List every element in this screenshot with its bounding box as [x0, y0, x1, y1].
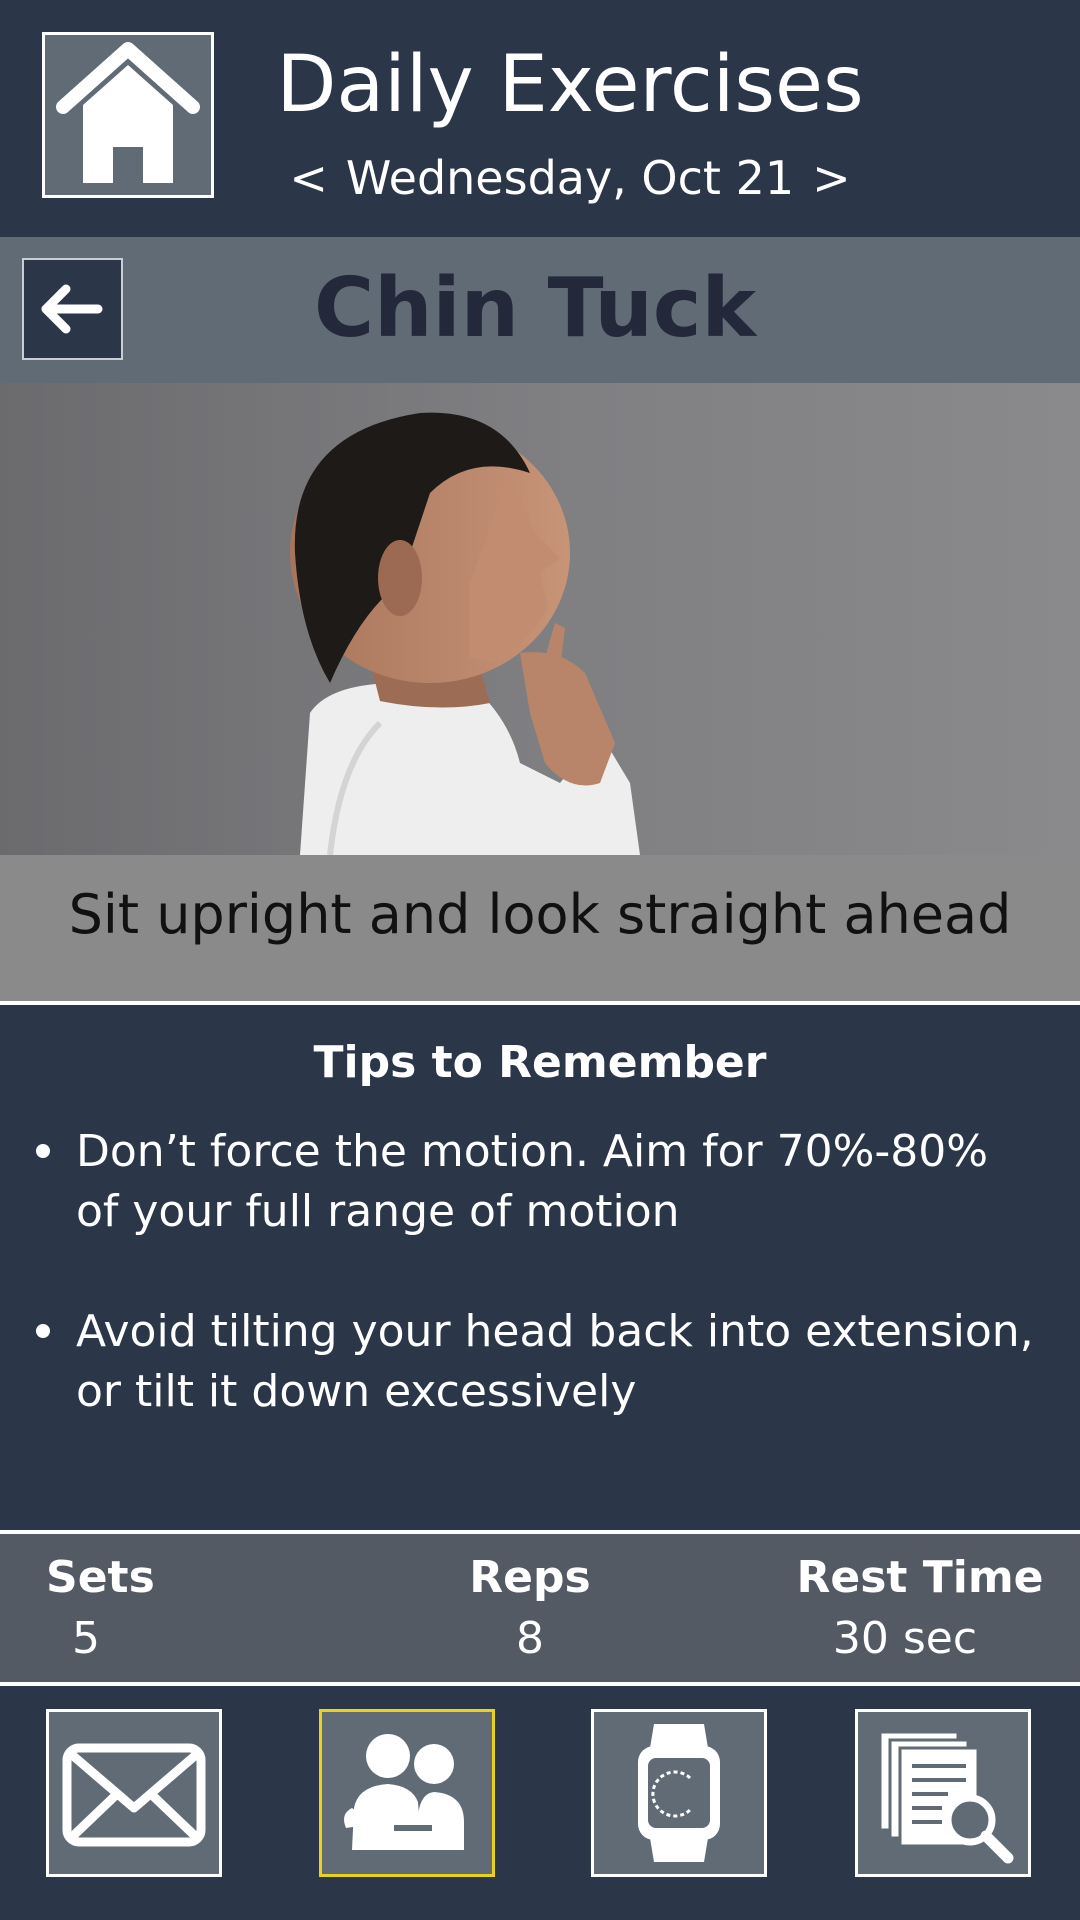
- nav-caregivers-button[interactable]: [319, 1709, 495, 1877]
- bullet-icon: [36, 1144, 50, 1158]
- nav-messages-button[interactable]: [46, 1709, 222, 1877]
- back-button[interactable]: [22, 258, 123, 360]
- home-icon: [56, 42, 200, 183]
- rest-time-value: 30 sec: [832, 1613, 978, 1664]
- sets-label: Sets: [46, 1552, 155, 1603]
- previous-day-button[interactable]: <: [289, 148, 328, 208]
- document-search-icon: [878, 1730, 1014, 1864]
- home-button[interactable]: [42, 32, 214, 198]
- tip-item: Avoid tilting your head back into extens…: [36, 1302, 1036, 1422]
- nav-watch-button[interactable]: [591, 1709, 767, 1877]
- people-icon: [344, 1734, 464, 1850]
- tip-item: Don’t force the motion. Aim for 70%-80% …: [36, 1122, 1036, 1242]
- divider: [0, 1682, 1080, 1686]
- reps-label: Reps: [469, 1552, 591, 1603]
- app-title: Daily Exercises: [276, 40, 864, 130]
- sets-value: 5: [72, 1613, 100, 1664]
- envelope-icon: [62, 1743, 206, 1847]
- reps-value: 8: [516, 1613, 544, 1664]
- nav-documents-button[interactable]: [855, 1709, 1031, 1877]
- tip-text: Don’t force the motion. Aim for 70%-80% …: [76, 1126, 989, 1237]
- next-day-button[interactable]: >: [812, 148, 851, 208]
- instruction-text: Sit upright and look straight ahead: [68, 883, 1012, 946]
- current-date: Wednesday, Oct 21: [345, 151, 795, 205]
- tips-heading: Tips to Remember: [313, 1037, 767, 1088]
- exercise-photo: [0, 383, 1080, 855]
- arrow-left-icon: [41, 284, 103, 334]
- smartwatch-icon: [638, 1724, 720, 1862]
- tip-text: Avoid tilting your head back into extens…: [76, 1306, 1034, 1417]
- rest-time-label: Rest Time: [796, 1552, 1044, 1603]
- date-navigator: < Wednesday, Oct 21 >: [230, 148, 910, 208]
- divider: [0, 1001, 1080, 1005]
- exercise-title: Chin Tuck: [313, 261, 757, 356]
- bullet-icon: [36, 1324, 50, 1338]
